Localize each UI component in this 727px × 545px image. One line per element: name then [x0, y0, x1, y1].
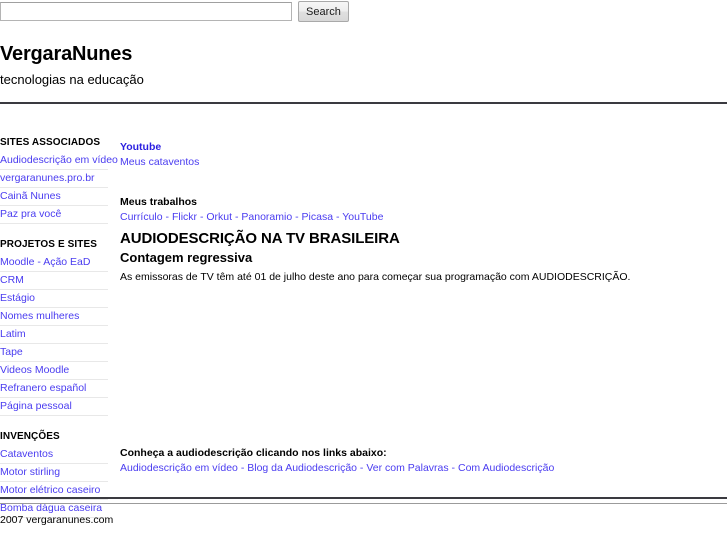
youtube-sub-row: Meus cataventos	[120, 154, 720, 169]
works-link-picasa[interactable]: Picasa	[302, 211, 334, 223]
works-link-row: Currículo - Flickr - Orkut - Panoramio -…	[120, 209, 720, 224]
bottom-links-block: Conheça a audiodescrição clicando nos li…	[120, 446, 720, 475]
bottom-link-ver-com-palavras[interactable]: Ver com Palavras	[366, 462, 448, 474]
youtube-block: Youtube Meus cataventos	[120, 140, 720, 169]
header-divider	[0, 102, 727, 104]
sidebar-item-videos-moodle[interactable]: Videos Moodle	[0, 362, 108, 380]
site-title: VergaraNunes	[0, 43, 133, 65]
sidebar: SITES ASSOCIADOS Audiodescrição em vídeo…	[0, 136, 118, 532]
youtube-heading-link[interactable]: Youtube	[120, 140, 161, 154]
site-tagline: tecnologias na educação	[0, 72, 144, 87]
sidebar-item-estagio[interactable]: Estágio	[0, 290, 108, 308]
bottom-link-row: Audiodescrição em vídeo - Blog da Audiod…	[120, 460, 720, 475]
sidebar-item-audiodescricao-em-video[interactable]: Audiodescrição em vídeo	[0, 152, 118, 170]
bottom-links-label: Conheça a audiodescrição clicando nos li…	[120, 447, 387, 459]
link-separator: -	[197, 211, 207, 223]
sidebar-item-nomes-mulheres[interactable]: Nomes mulheres	[0, 308, 108, 326]
sidebar-item-refranero-espanol[interactable]: Refranero español	[0, 380, 108, 398]
link-separator: -	[232, 211, 242, 223]
sidebar-group-sites-associados: SITES ASSOCIADOS Audiodescrição em vídeo…	[0, 136, 118, 224]
sidebar-heading: SITES ASSOCIADOS	[0, 137, 101, 148]
article-subtitle: Contagem regressiva	[120, 250, 253, 265]
sidebar-heading: INVENÇÕES	[0, 431, 60, 442]
link-separator: -	[162, 211, 172, 223]
search-input[interactable]	[0, 2, 292, 21]
sidebar-item-latim[interactable]: Latim	[0, 326, 108, 344]
link-separator: -	[333, 211, 343, 223]
footer-divider-light	[0, 503, 727, 504]
works-link-flickr[interactable]: Flickr	[172, 211, 197, 223]
sidebar-item-crm[interactable]: CRM	[0, 272, 108, 290]
sidebar-item-moodle-acao-ead[interactable]: Moodle - Ação EaD	[0, 254, 108, 272]
footer-divider-dark	[0, 497, 727, 499]
works-link-curriculo[interactable]: Currículo	[120, 211, 163, 223]
article-body: As emissoras de TV têm até 01 de julho d…	[120, 271, 631, 283]
works-link-panoramio[interactable]: Panoramio	[241, 211, 292, 223]
sidebar-item-motor-stirling[interactable]: Motor stirling	[0, 464, 108, 482]
sidebar-item-cataventos[interactable]: Cataventos	[0, 446, 108, 464]
sidebar-item-paz-pra-voce[interactable]: Paz pra você	[0, 206, 108, 224]
sidebar-group-projetos-e-sites: PROJETOS E SITES Moodle - Ação EaD CRM E…	[0, 238, 108, 416]
works-label: Meus trabalhos	[120, 196, 198, 208]
link-separator: -	[357, 462, 367, 474]
link-separator: -	[237, 462, 248, 474]
bottom-link-blog-da-audiodescricao[interactable]: Blog da Audiodescrição	[247, 462, 357, 474]
sidebar-item-caina-nunes[interactable]: Cainã Nunes	[0, 188, 108, 206]
sidebar-item-pagina-pessoal[interactable]: Página pessoal	[0, 398, 108, 416]
masthead: VergaraNunes tecnologias na educação	[0, 42, 727, 88]
bottom-link-com-audiodescricao[interactable]: Com Audiodescrição	[458, 462, 554, 474]
meus-cataventos-link[interactable]: Meus cataventos	[120, 156, 199, 168]
article-title: AUDIODESCRIÇÃO NA TV BRASILEIRA	[120, 230, 400, 247]
bottom-link-audiodescricao-em-video[interactable]: Audiodescrição em vídeo	[120, 462, 238, 474]
works-link-orkut[interactable]: Orkut	[206, 211, 232, 223]
sidebar-item-vergaranunes-pro-br[interactable]: vergaranunes.pro.br	[0, 170, 108, 188]
link-separator: -	[292, 211, 302, 223]
link-separator: -	[448, 462, 458, 474]
works-link-youtube[interactable]: YouTube	[342, 211, 383, 223]
search-button[interactable]: Search	[298, 1, 349, 22]
footer-copyright: 2007 vergaranunes.com	[0, 514, 114, 526]
article-block: AUDIODESCRIÇÃO NA TV BRASILEIRA Contagem…	[120, 229, 720, 284]
search-bar: Search	[0, 1, 727, 24]
works-block: Meus trabalhos Currículo - Flickr - Orku…	[120, 195, 720, 224]
sidebar-heading: PROJETOS E SITES	[0, 239, 98, 250]
sidebar-item-tape[interactable]: Tape	[0, 344, 108, 362]
sidebar-group-invencoes: INVENÇÕES Cataventos Motor stirling Moto…	[0, 430, 108, 518]
